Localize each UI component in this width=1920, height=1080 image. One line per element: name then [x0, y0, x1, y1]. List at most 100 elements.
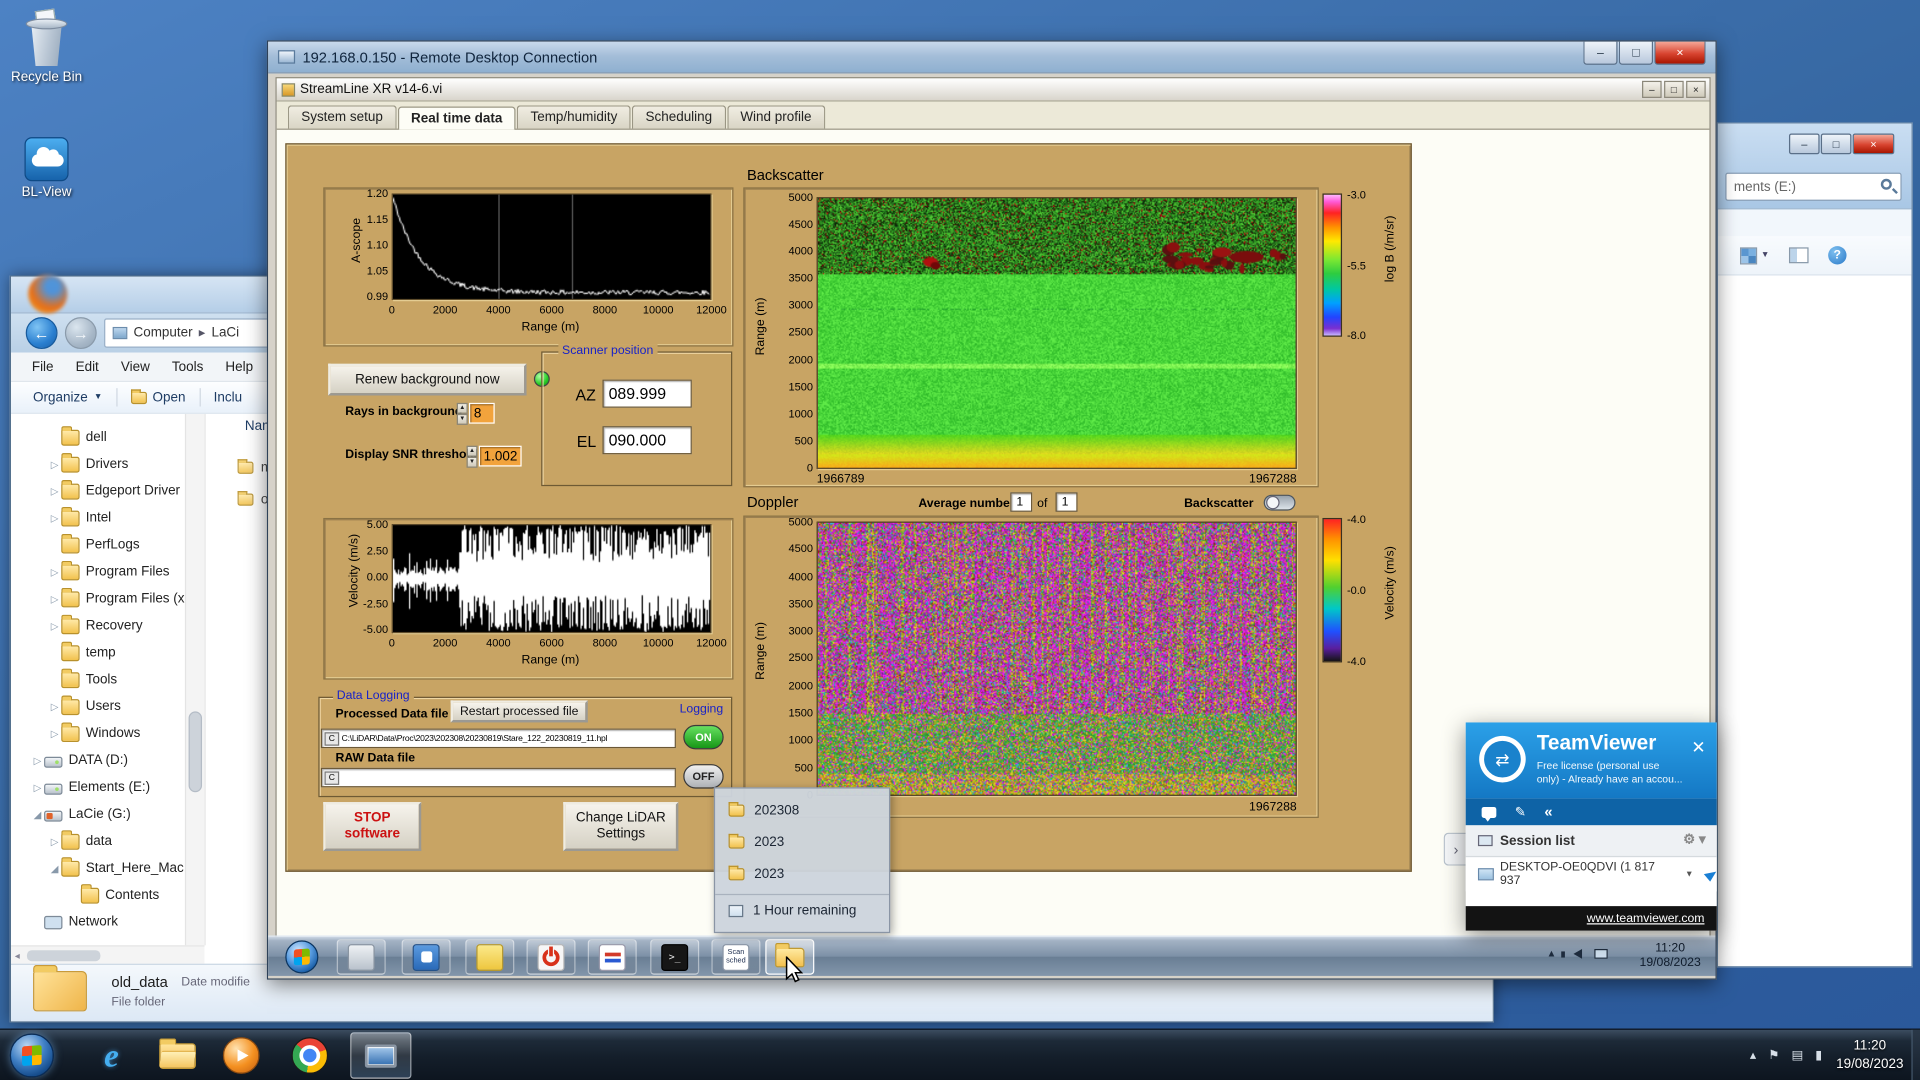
expander-icon[interactable]: ▷: [48, 512, 61, 523]
forward-button[interactable]: →: [64, 317, 97, 349]
show-hidden-icons-button[interactable]: ▲: [1547, 948, 1557, 959]
annotate-icon[interactable]: ✎: [1515, 804, 1526, 820]
taskbar-explorer-button[interactable]: [159, 1038, 196, 1069]
collapse-icon[interactable]: «: [1544, 803, 1552, 820]
menu-item[interactable]: Help: [214, 357, 264, 377]
show-hidden-icons-button[interactable]: ▴: [1750, 1049, 1756, 1062]
search-input[interactable]: ments (E:): [1725, 172, 1902, 201]
search-icon[interactable]: [1880, 178, 1892, 190]
include-button[interactable]: Inclu: [204, 386, 252, 408]
popup-folder-item[interactable]: 2023: [715, 827, 889, 859]
remote-task-button-app2[interactable]: [401, 939, 451, 975]
az-value[interactable]: 089.999: [602, 379, 692, 408]
rdp-titlebar[interactable]: 192.168.0.150 - Remote Desktop Connectio…: [268, 41, 1716, 74]
backscatter-toggle[interactable]: [1263, 494, 1296, 511]
menu-item[interactable]: File: [21, 357, 65, 377]
remote-task-button-app1[interactable]: [336, 939, 386, 975]
restart-processed-button[interactable]: Restart processed file: [450, 700, 588, 723]
minimize-button[interactable]: –: [1788, 133, 1820, 155]
close-icon[interactable]: ✕: [1691, 738, 1705, 755]
tree-item[interactable]: PerfLogs: [11, 531, 185, 558]
tab[interactable]: Scheduling: [632, 105, 726, 129]
open-button[interactable]: Open: [121, 386, 196, 408]
tree-item[interactable]: ▷ Elements (E:): [11, 774, 185, 801]
tree-horizontal-scrollbar[interactable]: ◂: [11, 945, 205, 964]
taskbar-chrome-button[interactable]: [291, 1037, 329, 1074]
expander-icon[interactable]: ▷: [31, 782, 44, 793]
remote-task-button-notes[interactable]: [465, 939, 515, 975]
average-count-value[interactable]: 1: [1055, 492, 1078, 512]
expander-icon[interactable]: ▷: [48, 566, 61, 577]
expander-icon[interactable]: ▷: [48, 486, 61, 497]
popup-footer-item[interactable]: 1 Hour remaining: [715, 893, 889, 926]
desktop-icon-recycle-bin[interactable]: Recycle Bin: [0, 8, 93, 84]
change-view-button[interactable]: ▼: [1740, 246, 1769, 264]
taskbar-clock[interactable]: 11:20 19/08/2023: [1829, 1037, 1910, 1074]
chat-icon[interactable]: [1481, 806, 1497, 822]
expander-icon[interactable]: ▷: [48, 836, 61, 847]
tree-item[interactable]: Network: [11, 909, 185, 936]
scrollbar-thumb[interactable]: [26, 949, 101, 961]
tree-item[interactable]: temp: [11, 639, 185, 666]
expander-icon[interactable]: ▷: [48, 593, 61, 604]
popup-folder-item[interactable]: 2023: [715, 858, 889, 890]
remote-task-button-stop[interactable]: [526, 939, 576, 975]
close-button[interactable]: ×: [1686, 80, 1706, 98]
close-button[interactable]: ×: [1852, 133, 1895, 155]
raw-logging-toggle[interactable]: OFF: [683, 764, 724, 789]
tree-item[interactable]: ◢ Start_Here_Mac...: [11, 855, 185, 882]
tree-item[interactable]: ▷ Windows: [11, 720, 185, 747]
preview-pane-button[interactable]: [1788, 247, 1809, 264]
tab[interactable]: Wind profile: [726, 105, 825, 129]
minimize-button[interactable]: –: [1642, 80, 1662, 98]
dropdown-icon[interactable]: ▼: [1685, 870, 1693, 879]
processed-logging-toggle[interactable]: ON: [683, 724, 724, 750]
tab[interactable]: Real time data: [397, 106, 516, 130]
expander-icon[interactable]: ▷: [31, 755, 44, 766]
expander-icon[interactable]: ▷: [48, 728, 61, 739]
remote-clock[interactable]: 11:20 19/08/2023: [1640, 942, 1701, 971]
stop-software-button[interactable]: STOP software: [323, 802, 422, 852]
network-icon[interactable]: [1594, 948, 1608, 959]
tray-flag-icon[interactable]: ⚑: [1768, 1049, 1779, 1062]
expander-icon[interactable]: ◢: [48, 863, 61, 874]
remote-task-button-terminal[interactable]: >_: [650, 939, 700, 975]
minimize-button[interactable]: –: [1583, 41, 1618, 65]
streamline-titlebar[interactable]: StreamLine XR v14-6.vi – □ ×: [276, 78, 1710, 102]
renew-background-button[interactable]: Renew background now: [328, 363, 527, 396]
restore-button[interactable]: □: [1664, 80, 1684, 98]
remote-task-button-scan-sched[interactable]: Scan sched: [711, 939, 761, 975]
tree-item[interactable]: ▷ Users: [11, 693, 185, 720]
gear-icon[interactable]: ⚙ ▾: [1683, 831, 1706, 848]
maximize-button[interactable]: □: [1618, 41, 1654, 65]
tree-item[interactable]: ▷ DATA (D:): [11, 747, 185, 774]
desktop-icon-bl-view[interactable]: BL-View: [0, 137, 93, 200]
session-connection-row[interactable]: DESKTOP-OE0QDVI (1 817 937 ▼: [1465, 857, 1719, 892]
tree-item[interactable]: ◢ LaCie (G:): [11, 801, 185, 828]
menu-item[interactable]: Tools: [161, 357, 214, 377]
remote-task-button-vi[interactable]: [587, 939, 637, 975]
tree-item[interactable]: ▷ Edgeport Driver: [11, 478, 185, 505]
scroll-left-arrow-icon[interactable]: ◂: [15, 950, 20, 961]
teamviewer-website-link[interactable]: www.teamviewer.com: [1587, 912, 1705, 925]
rays-spinner[interactable]: ▲ ▼: [456, 402, 468, 425]
rays-value[interactable]: 8: [468, 402, 495, 424]
tree-item[interactable]: Tools: [11, 666, 185, 693]
change-lidar-settings-button[interactable]: Change LiDAR Settings: [563, 802, 679, 852]
average-number-value[interactable]: 1: [1010, 492, 1033, 512]
taskbar-media-player-button[interactable]: [222, 1037, 260, 1074]
tree-item[interactable]: ▷ Program Files: [11, 558, 185, 585]
show-desktop-button[interactable]: [1911, 1029, 1920, 1080]
snr-value[interactable]: 1.002: [478, 445, 522, 467]
teamviewer-expander[interactable]: ›: [1443, 832, 1467, 866]
menu-item[interactable]: View: [110, 357, 161, 377]
back-button[interactable]: ←: [25, 317, 58, 349]
menu-item[interactable]: Edit: [65, 357, 110, 377]
tray-keyboard-icon[interactable]: ▤: [1791, 1049, 1803, 1062]
tray-battery-icon[interactable]: ▮: [1815, 1049, 1822, 1062]
taskbar-rdp-button-active[interactable]: [350, 1032, 412, 1079]
tree-item[interactable]: ▷ Program Files (x: [11, 585, 185, 612]
snr-spinner[interactable]: ▲ ▼: [466, 445, 478, 468]
close-button[interactable]: ×: [1654, 41, 1706, 65]
tree-item[interactable]: dell: [11, 424, 185, 451]
